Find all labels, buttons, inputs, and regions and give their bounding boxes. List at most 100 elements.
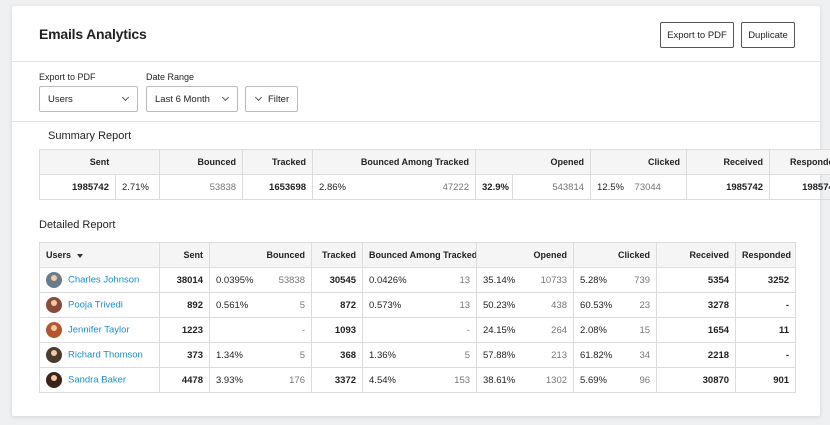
chevron-down-icon (254, 93, 263, 102)
date-range-label: Date Range (146, 72, 195, 82)
bat-pct-cell: 1.36% (362, 342, 431, 368)
opened-count-cell: 213 (526, 342, 575, 368)
summary-table: Sent Bounced Tracked Bounced Among Track… (38, 149, 830, 200)
table-row: Jennifer Taylor 1223-1093-24.15% 264 2.08% 1… (39, 317, 797, 343)
summary-header: Sent (38, 149, 161, 175)
tracked-cell: 368 (311, 342, 364, 368)
clicked-pct-cell: 61.82% (573, 342, 622, 368)
user-name-link[interactable]: Sandra Baker (68, 375, 126, 386)
responded-cell: 3252 (735, 267, 797, 293)
opened-pct-cell: 50.23% (476, 292, 527, 318)
bounced-pct-cell (209, 317, 265, 343)
users-header-label: Users (46, 250, 72, 260)
opened-count-cell: 10733 (526, 267, 575, 293)
received-cell: 3278 (656, 292, 737, 318)
controls-bar: Export to PDF Users Date Range Last 6 Mo… (12, 62, 820, 122)
received-cell: 2218 (656, 342, 737, 368)
avatar (46, 322, 62, 338)
detailed-table-body: Charles Johnson 38014 0.0395% 53838 30545 0.0… (39, 267, 797, 393)
bounced-pct-cell: 0.0395% (209, 267, 265, 293)
bat-count-cell: 153 (430, 367, 478, 393)
clicked-count-cell: 15 (621, 317, 658, 343)
tracked-cell: 1093 (311, 317, 364, 343)
summary-header: Received (686, 149, 771, 175)
clicked-count-cell: 34 (621, 342, 658, 368)
sent-cell: 373 (159, 342, 210, 368)
table-row: Richard Thomson 373 1.34% 5 368 1.36% 5 57.88% 2… (39, 342, 797, 368)
clicked-pct-cell: 5.69% (573, 367, 622, 393)
summary-value: 2.71% (114, 174, 161, 200)
analytics-card: Emails Analytics Export to PDF Duplicate… (12, 6, 830, 416)
clicked-pct-cell: 2.08% (573, 317, 622, 343)
export-pdf-button[interactable]: Export to PDF (660, 22, 734, 48)
summary-value: 47222 (361, 174, 477, 200)
bat-pct-cell (362, 317, 431, 343)
received-cell: 30870 (656, 367, 737, 393)
received-cell: 5354 (656, 267, 737, 293)
summary-values-row: 1985742 2.71% 53838 1653698 2.86% 47222 … (39, 174, 830, 200)
user-name-link[interactable]: Pooja Trivedi (68, 300, 123, 311)
opened-pct-cell: 35.14% (476, 267, 527, 293)
opened-count-cell: 438 (526, 292, 575, 318)
header: Emails Analytics Export to PDF Duplicate (12, 6, 820, 62)
summary-value: 1653698 (242, 174, 314, 200)
export-select-value: Users (48, 93, 73, 105)
export-select-label: Export to PDF (39, 72, 96, 82)
summary-value: 543814 (512, 174, 592, 200)
bounced-count-cell: 176 (264, 367, 313, 393)
detailed-header: Clicked (573, 242, 658, 268)
opened-pct-cell: 38.61% (476, 367, 527, 393)
avatar (46, 297, 62, 313)
detailed-header: Bounced (208, 242, 313, 268)
summary-value: 2.86% (312, 174, 362, 200)
summary-header-row: Sent Bounced Tracked Bounced Among Track… (38, 149, 830, 175)
summary-header: Tracked (242, 149, 314, 175)
bounced-count-cell: 53838 (264, 267, 313, 293)
export-select[interactable]: Users (39, 86, 138, 112)
user-cell[interactable]: Sandra Baker (39, 367, 160, 393)
responded-cell: - (735, 342, 797, 368)
sent-cell: 4478 (159, 367, 210, 393)
user-cell[interactable]: Richard Thomson (39, 342, 160, 368)
opened-count-cell: 1302 (526, 367, 575, 393)
filter-label: Filter (268, 93, 290, 105)
user-cell[interactable]: Jennifer Taylor (39, 317, 160, 343)
bat-pct-cell: 4.54% (362, 367, 431, 393)
bat-count-cell: - (430, 317, 478, 343)
clicked-count-cell: 739 (621, 267, 658, 293)
user-name-link[interactable]: Jennifer Taylor (68, 325, 130, 336)
table-row: Charles Johnson 38014 0.0395% 53838 30545 0.0… (39, 267, 797, 293)
chevron-down-icon (121, 93, 130, 102)
date-range-select[interactable]: Last 6 Month (146, 86, 238, 112)
duplicate-button[interactable]: Duplicate (741, 22, 795, 48)
user-cell[interactable]: Pooja Trivedi (39, 292, 160, 318)
caret-down-icon (77, 253, 84, 258)
detailed-header: Tracked (311, 242, 364, 268)
date-range-value: Last 6 Month (155, 93, 210, 105)
bounced-count-cell: - (264, 317, 313, 343)
detailed-report-title: Detailed Report (39, 219, 116, 231)
chevron-down-icon (221, 93, 230, 102)
tracked-cell: 3372 (311, 367, 364, 393)
avatar (46, 347, 62, 363)
clicked-count-cell: 96 (621, 367, 658, 393)
sent-cell: 1223 (159, 317, 210, 343)
summary-header: Bounced Among Tracked (312, 149, 477, 175)
users-sort-header[interactable]: Users (39, 242, 160, 268)
summary-value: 1985742 (686, 174, 771, 200)
tracked-cell: 30545 (311, 267, 364, 293)
clicked-pct-cell: 60.53% (573, 292, 622, 318)
responded-cell: 11 (735, 317, 797, 343)
detailed-header: Received (656, 242, 737, 268)
user-cell[interactable]: Charles Johnson (39, 267, 160, 293)
clicked-count-cell: 23 (621, 292, 658, 318)
bat-pct-cell: 0.0426% (362, 267, 431, 293)
user-name-link[interactable]: Charles Johnson (68, 275, 139, 286)
summary-value: 1985742 (769, 174, 830, 200)
filter-button[interactable]: Filter (245, 86, 298, 112)
clicked-pct-cell: 5.28% (573, 267, 622, 293)
summary-value: 32.9% (475, 174, 514, 200)
user-name-link[interactable]: Richard Thomson (68, 350, 143, 361)
bounced-pct-cell: 0.561% (209, 292, 265, 318)
summary-value: 53838 (159, 174, 244, 200)
